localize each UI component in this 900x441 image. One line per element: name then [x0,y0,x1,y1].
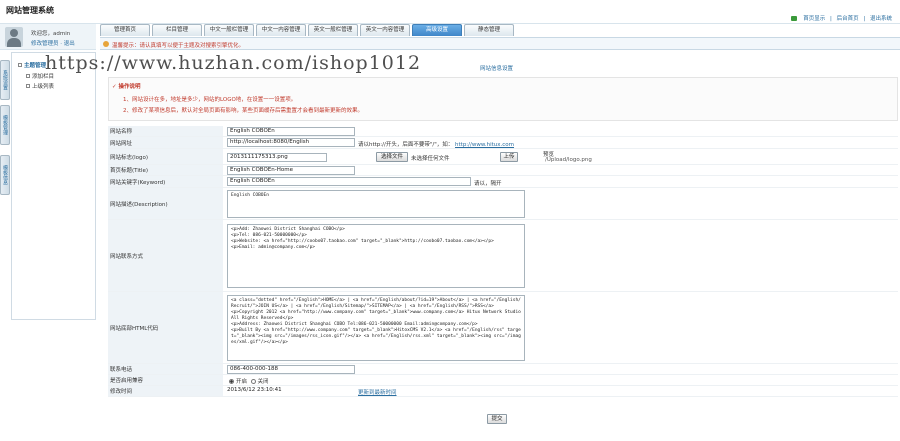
home-icon [791,16,798,21]
keywords-input[interactable]: English COBOEn [227,177,471,186]
tab-cn-content[interactable]: 中文一内容管理 [256,24,306,36]
left-vertical-tabs: 系统设置 模板管理 模板信息 [0,50,10,420]
vtab-system[interactable]: 系统设置 [0,60,10,100]
row-logo: 网站标志(logo) 2013111175313.png 选择文件 未选择任何文… [108,149,898,165]
modified-time: 2013/6/12 23:10:41 [227,387,355,396]
label-title: 首页标题(Title) [108,165,223,175]
label-phone: 联系电话 [108,364,223,374]
phone-input[interactable]: 086-400-000-188 [227,365,355,374]
watermark-text: https://www.huzhan.com/ishop1012 [45,52,422,74]
tab-en-columns[interactable]: 英文一般栏管理 [308,24,358,36]
tab-static[interactable]: 静态管理 [464,24,514,36]
row-site-url: 网站网址 http://localhost:8080/English 请以htt… [108,137,898,149]
node-icon [26,74,30,78]
expand-icon [18,63,22,67]
file-status: 未选择任何文件 [411,156,450,162]
top-links: 首页显示 | 后台首页 | 退出系统 [788,14,892,22]
compat-options: 开启 关闭 [229,377,269,385]
row-compat: 是否启用兼容 开启 关闭 [108,375,898,386]
operations-heading: ✓ 操作说明 [112,84,141,90]
tab-advanced-settings[interactable]: 高级设置 [412,24,462,36]
compat-off-radio[interactable] [250,379,256,384]
update-time-link-wrap: 更新到最新时间 [358,388,397,396]
row-keywords: 网站关键字(Keyword) English COBOEn 请以，隔开 [108,176,898,188]
row-contact: 网站联系方式 <p>Add: Zhaowei District Shanghai… [108,220,898,292]
user-links[interactable]: 修改管理员 · 退出 [31,39,75,47]
notice-bar: 温馨提示：请认真填写以便于主题及对搜索引擎优化。 [100,37,900,50]
label-site-url: 网站网址 [108,137,223,148]
row-site-name: 网站名称 English COBOEn [108,126,898,137]
label-contact: 网站联系方式 [108,220,223,291]
site-name-input[interactable]: English COBOEn [227,127,355,136]
description-textarea[interactable]: English COBOEn [227,190,525,218]
logo-preview-path: /Upload/logo.png [545,157,592,163]
tab-columns[interactable]: 栏目管理 [152,24,202,36]
tab-cn-columns[interactable]: 中文一般栏管理 [204,24,254,36]
keywords-hint: 请以，隔开 [474,181,502,187]
label-compat: 是否启用兼容 [108,375,223,385]
label-description: 网站描述(Description) [108,188,223,219]
sidebar-tree: 主题管理 添加栏目 上级列表 [11,52,96,320]
label-site-name: 网站名称 [108,126,223,136]
upload-button[interactable]: 上传 [500,152,518,162]
avatar [5,27,23,47]
link-admin-home[interactable]: 后台首页 [837,16,859,22]
site-url-hint: 请以http://开头，后面不要带"/"，如： http://www.hitux… [358,142,515,148]
tab-en-content[interactable]: 英文一内容管理 [360,24,410,36]
vtab-templates[interactable]: 模板管理 [0,105,10,145]
row-modified: 修改时间 2013/6/12 23:10:41 更新到最新时间 [108,386,898,397]
main-content: 网站信息设置 ✓ 操作说明 1、网站设计在多，地址是多少，网站的LOGO地，在设… [100,50,900,441]
operations-box: ✓ 操作说明 1、网站设计在多，地址是多少，网站的LOGO地，在设置一一设置项。… [108,77,898,121]
row-title: 首页标题(Title) English COBOEn-Home [108,165,898,176]
label-footer-html: 网站底部HTML代码 [108,292,223,363]
link-logout[interactable]: 退出系统 [870,16,892,22]
tab-home[interactable]: 管理首页 [100,24,150,36]
label-logo: 网站标志(logo) [108,149,223,164]
example-url-link[interactable]: http://www.hitux.com [455,142,514,148]
link-home[interactable]: 首页显示 [803,16,825,22]
sidebar-item-list[interactable]: 上级列表 [26,82,54,90]
title-input[interactable]: English COBOEn-Home [227,166,355,175]
operation-line-1: 1、网站设计在多，地址是多少，网站的LOGO地，在设置一一设置项。 [123,97,297,103]
row-footer-html: 网站底部HTML代码 <a class="dotted" href="/Engl… [108,292,898,364]
main-tabs: 管理首页 栏目管理 中文一般栏管理 中文一内容管理 英文一般栏管理 英文一内容管… [100,24,514,37]
node-icon [26,84,30,88]
welcome-text: 欢迎您，admin [31,31,71,37]
logo-input[interactable]: 2013111175313.png [227,153,327,162]
choose-file-button[interactable]: 选择文件 [376,152,408,162]
info-icon [103,41,109,47]
submit-button[interactable]: 提交 [487,414,507,424]
top-bar: 网站管理系统 首页显示 | 后台首页 | 退出系统 [0,0,900,24]
label-keywords: 网站关键字(Keyword) [108,176,223,187]
site-title: 网站管理系统 [6,6,54,15]
sidebar-item-root[interactable]: 主题管理 [18,61,46,69]
site-url-input[interactable]: http://localhost:8080/English [227,138,355,147]
contact-textarea[interactable]: <p>Add: Zhaowei District Shanghai COBO</… [227,224,525,288]
notice-text: 温馨提示：请认真填写以便于主题及对搜索引擎优化。 [112,43,245,49]
user-panel: 欢迎您，admin 修改管理员 · 退出 [0,24,96,50]
vtab-template-info[interactable]: 模板信息 [0,155,10,195]
row-phone: 联系电话 086-400-000-188 [108,364,898,375]
operation-line-2: 2、修改了某项信息后，默认对全局页面有影响，某些页面缓存后需重置才会看到最新更新… [123,108,364,114]
compat-on-radio[interactable] [229,379,234,384]
update-time-link[interactable]: 更新到最新时间 [358,390,397,396]
footer-html-textarea[interactable]: <a class="dotted" href="/English">HOME</… [227,295,525,361]
label-modified: 修改时间 [108,386,223,396]
row-description: 网站描述(Description) English COBOEn [108,188,898,220]
